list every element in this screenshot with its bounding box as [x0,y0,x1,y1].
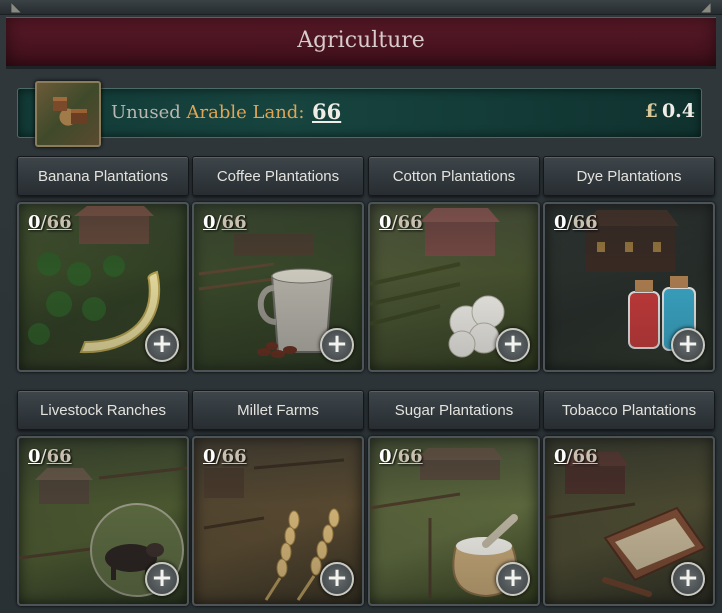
add-building-button[interactable]: + [496,328,530,362]
arable-land-colon: : [298,102,305,123]
building-count: 0/66 [28,446,72,467]
card-title: Livestock Ranches [17,390,189,430]
card-image[interactable]: 0/66 + [17,436,189,606]
hut-icon [53,97,67,111]
arable-land-value[interactable]: 66 [312,99,341,124]
arable-land-label: Unused Arable Land: [111,102,304,123]
card-title: Tobacco Plantations [543,390,715,430]
arable-land-income: £0.4 [645,100,695,122]
corner-ornament-left-icon: ◣ [11,0,21,14]
card-image[interactable]: 0/66 + [368,202,540,372]
card-title: Cotton Plantations [368,156,540,196]
hut-icon [71,109,87,124]
arable-land-thumbnail [35,81,101,147]
panel-header: Agriculture [6,17,716,68]
building-count: 0/66 [554,446,598,467]
pound-icon: £ [644,100,658,122]
card-title: Coffee Plantations [192,156,364,196]
card-image[interactable]: 0/66 + [192,202,364,372]
add-building-button[interactable]: + [496,562,530,596]
building-count: 0/66 [203,446,247,467]
top-frame-strip [0,0,722,15]
card-image[interactable]: 0/66 + [368,436,540,606]
building-count: 0/66 [379,446,423,467]
arable-land-prefix: Unused [111,102,181,123]
panel-title: Agriculture [297,28,425,53]
add-building-button[interactable]: + [320,562,354,596]
card-image[interactable]: 0/66 + [192,436,364,606]
card-image[interactable]: 0/66 + [543,436,715,606]
add-building-button[interactable]: + [671,562,705,596]
building-count: 0/66 [203,212,247,233]
card-title: Millet Farms [192,390,364,430]
add-building-button[interactable]: + [145,562,179,596]
income-value: 0.4 [661,100,695,122]
header-divider [6,66,716,69]
building-count: 0/66 [28,212,72,233]
building-count: 0/66 [379,212,423,233]
add-building-button[interactable]: + [671,328,705,362]
card-image[interactable]: 0/66 + [17,202,189,372]
building-count: 0/66 [554,212,598,233]
arable-land-link[interactable]: Arable Land [187,102,299,123]
card-title: Dye Plantations [543,156,715,196]
card-title: Sugar Plantations [368,390,540,430]
card-title: Banana Plantations [17,156,189,196]
corner-ornament-right-icon: ◢ [701,0,711,14]
card-image[interactable]: 0/66 + [543,202,715,372]
add-building-button[interactable]: + [145,328,179,362]
add-building-button[interactable]: + [320,328,354,362]
